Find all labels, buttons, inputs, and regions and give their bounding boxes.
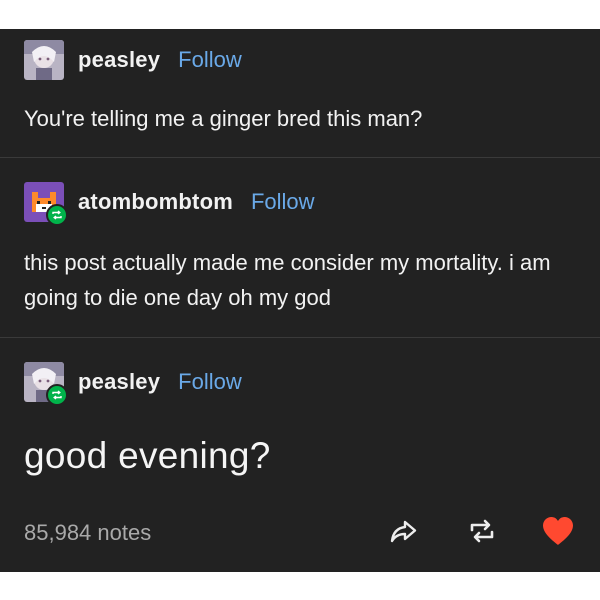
username[interactable]: peasley: [78, 369, 160, 395]
avatar[interactable]: [24, 40, 64, 80]
divider: [0, 157, 600, 158]
reblog-badge-icon: [46, 204, 68, 226]
like-heart-icon[interactable]: [540, 513, 576, 549]
post-text: this post actually made me consider my m…: [24, 250, 551, 310]
post-text: good evening?: [24, 435, 271, 476]
tumblr-post-card: peasley Follow You're telling me a ginge…: [0, 29, 600, 572]
reblog-badge-icon: [46, 384, 68, 406]
avatar[interactable]: [24, 182, 68, 226]
follow-button[interactable]: Follow: [251, 189, 315, 215]
divider: [0, 337, 600, 338]
post-header: peasley Follow: [24, 40, 242, 80]
follow-button[interactable]: Follow: [178, 369, 242, 395]
post-header: peasley Follow: [24, 362, 242, 406]
username[interactable]: atombombtom: [78, 189, 233, 215]
follow-button[interactable]: Follow: [178, 47, 242, 73]
post-text: You're telling me a ginger bred this man…: [24, 106, 423, 131]
share-icon[interactable]: [386, 513, 422, 549]
reblog-icon[interactable]: [464, 513, 500, 549]
username[interactable]: peasley: [78, 47, 160, 73]
avatar[interactable]: [24, 362, 68, 406]
notes-count[interactable]: 85,984 notes: [24, 520, 151, 546]
post-header: atombombtom Follow: [24, 182, 315, 226]
anime-character-avatar-icon: [24, 40, 64, 80]
